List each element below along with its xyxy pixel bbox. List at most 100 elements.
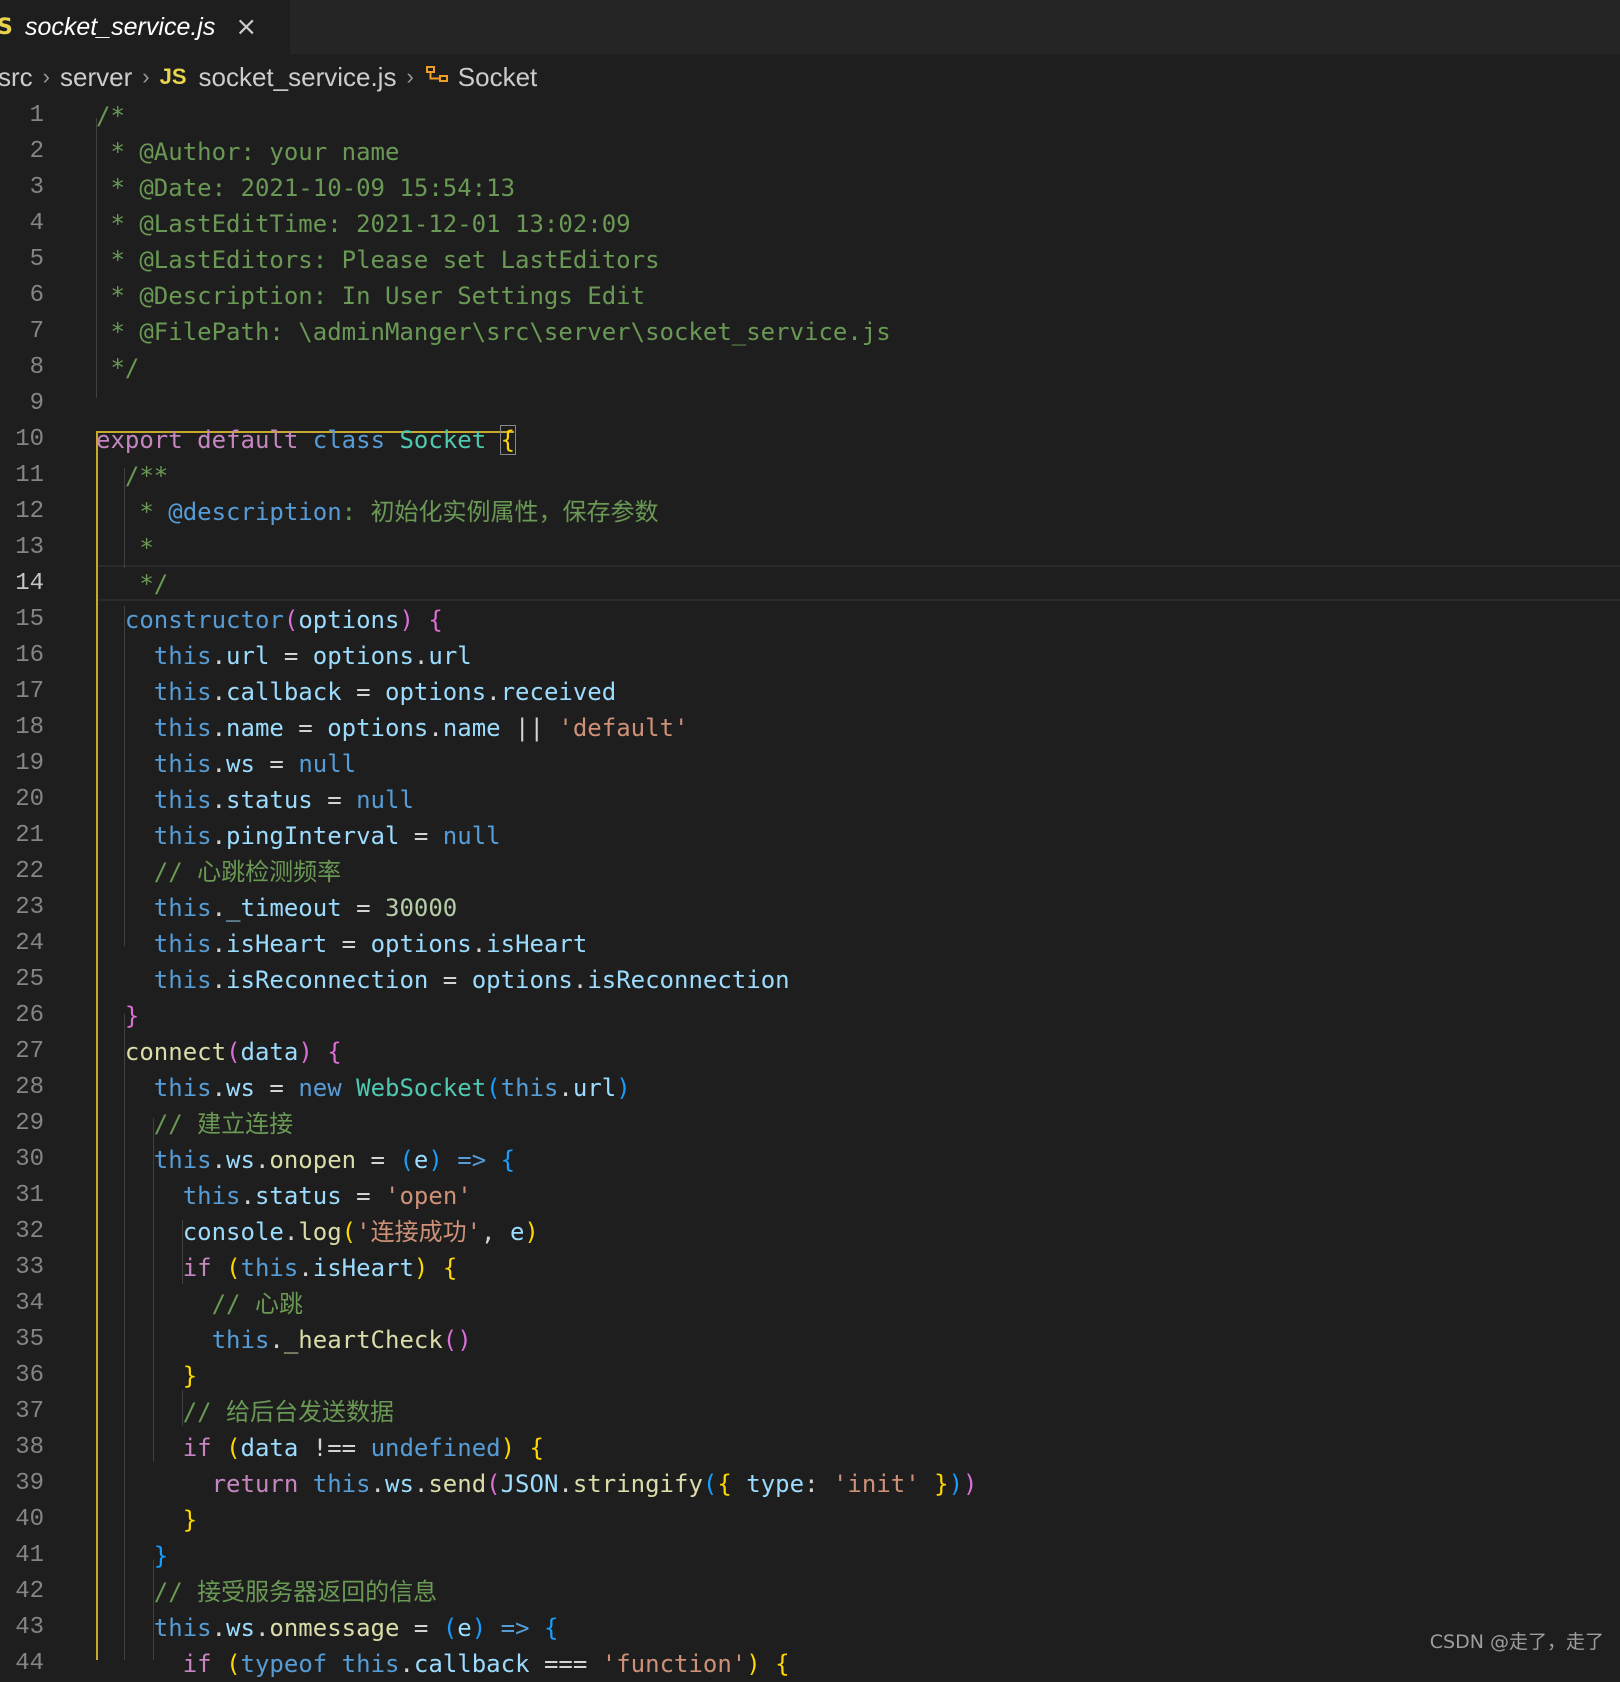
code-token: callback (413, 1650, 530, 1678)
code-token: typeof (240, 1650, 328, 1678)
code-line[interactable]: 20 this.status = null (0, 782, 1620, 818)
code-text: * @Date: 2021-10-09 15:54:13 (96, 170, 515, 206)
close-icon[interactable]: × (235, 12, 257, 42)
code-line[interactable]: 3 * @Date: 2021-10-09 15:54:13 (0, 170, 1620, 206)
code-token: 'open' (385, 1182, 472, 1210)
code-token: . (254, 1614, 270, 1642)
code-token: . (413, 642, 429, 670)
line-number: 7 (29, 318, 44, 345)
code-token: isHeart (486, 930, 588, 958)
code-line[interactable]: 30 this.ws.onopen = (e) => { (0, 1142, 1620, 1178)
code-token: . (240, 1182, 255, 1210)
code-token: = (269, 642, 313, 670)
code-line[interactable]: 18 this.name = options.name || 'default' (0, 710, 1620, 746)
code-token: ( (399, 1146, 414, 1174)
code-line[interactable]: 41 } (0, 1538, 1620, 1574)
code-token: */ (96, 354, 140, 382)
code-line[interactable]: 10 export default class Socket { (0, 422, 1620, 458)
code-token: . (211, 1146, 227, 1174)
code-token: () (442, 1326, 472, 1354)
code-line[interactable]: 44 if (typeof this.callback === 'functio… (0, 1646, 1620, 1682)
code-token: _timeout (226, 894, 342, 922)
code-editor[interactable]: 1/* 2 * @Author: your name 3 * @Date: 2021… (0, 98, 1620, 1678)
code-token: { (543, 1614, 559, 1642)
code-token: * @Description: In User Settings Edit (96, 282, 646, 310)
code-line[interactable]: 27 connect(data) { (0, 1034, 1620, 1070)
code-line[interactable]: 38 if (data !== undefined) { (0, 1430, 1620, 1466)
code-line[interactable]: 8 */ (0, 350, 1620, 386)
code-line[interactable]: 43 this.ws.onmessage = (e) => { (0, 1610, 1620, 1646)
code-line[interactable]: 36 } (0, 1358, 1620, 1394)
code-line[interactable]: 13 * (0, 530, 1620, 566)
code-line[interactable]: 4 * @LastEditTime: 2021-12-01 13:02:09 (0, 206, 1620, 242)
code-line[interactable]: 26 } (0, 998, 1620, 1034)
code-text: */ (96, 350, 139, 386)
code-token: e (509, 1218, 525, 1246)
breadcrumb-item-server[interactable]: server (60, 62, 132, 93)
code-line[interactable]: 42 // 接受服务器返回的信息 (0, 1574, 1620, 1610)
breadcrumb-item-socket[interactable]: Socket (458, 62, 538, 93)
code-token: null (298, 750, 357, 778)
code-line[interactable]: 9 (0, 386, 1620, 422)
code-token: 'function' (601, 1650, 747, 1678)
code-token: 30000 (385, 894, 458, 922)
code-line[interactable]: 7 * @FilePath: \adminManger\src\server\s… (0, 314, 1620, 350)
code-token: ) (471, 1614, 487, 1642)
code-line[interactable]: 29 // 建立连接 (0, 1106, 1620, 1142)
code-line[interactable]: 12 * @description: 初始化实例属性，保存参数 (0, 494, 1620, 530)
code-line[interactable]: 35 this._heartCheck() (0, 1322, 1620, 1358)
code-line[interactable]: 1 /* (0, 98, 1620, 134)
code-line[interactable]: 14 */ (0, 566, 1620, 602)
code-text: // 接受服务器返回的信息 (96, 1574, 437, 1610)
code-token: ( (486, 1074, 501, 1102)
code-token: this (500, 1074, 559, 1102)
code-line[interactable]: 37 // 给后台发送数据 (0, 1394, 1620, 1430)
code-line[interactable]: 25 this.isReconnection = options.isRecon… (0, 962, 1620, 998)
code-token: ( (283, 606, 299, 634)
code-line[interactable]: 32 console.log('连接成功', e) (0, 1214, 1620, 1250)
code-line[interactable]: 22 // 心跳检测频率 (0, 854, 1620, 890)
tab-title: socket_service.js (25, 12, 216, 41)
code-token: } (182, 1362, 198, 1390)
breadcrumb-item-file[interactable]: socket_service.js (199, 62, 397, 93)
code-token: ) (948, 1470, 964, 1498)
code-line[interactable]: 39 return this.ws.send(JSON.stringify({ … (0, 1466, 1620, 1502)
code-line[interactable]: 19 this.ws = null (0, 746, 1620, 782)
code-token: ( (702, 1470, 718, 1498)
code-line[interactable]: 15 constructor(options) { (0, 602, 1620, 638)
code-line[interactable]: 6 * @Description: In User Settings Edit (0, 278, 1620, 314)
code-line[interactable]: 28 this.ws = new WebSocket(this.url) (0, 1070, 1620, 1106)
code-line[interactable]: 31 this.status = 'open' (0, 1178, 1620, 1214)
code-line[interactable]: 23 this._timeout = 30000 (0, 890, 1620, 926)
breadcrumb-item-src[interactable]: src (0, 62, 33, 93)
code-line[interactable]: 21 this.pingInterval = null (0, 818, 1620, 854)
tab-socket-service[interactable]: S socket_service.js × (0, 0, 290, 54)
code-token: . (211, 1074, 227, 1102)
code-line[interactable]: 11 /** (0, 458, 1620, 494)
code-text: if (typeof this.callback === 'function')… (96, 1646, 790, 1682)
code-token: default (197, 426, 299, 454)
code-line[interactable]: 5 * @LastEditors: Please set LastEditors (0, 242, 1620, 278)
code-line[interactable]: 16 this.url = options.url (0, 638, 1620, 674)
code-token: this (211, 1326, 270, 1354)
code-line[interactable]: 2 * @Author: your name (0, 134, 1620, 170)
code-token: . (298, 1254, 313, 1282)
code-token: this (182, 1182, 241, 1210)
line-number: 21 (15, 822, 44, 849)
code-token: . (370, 1470, 385, 1498)
code-line[interactable]: 17 this.callback = options.received (0, 674, 1620, 710)
code-text: * @Description: In User Settings Edit (96, 278, 645, 314)
code-line[interactable]: 34 // 心跳 (0, 1286, 1620, 1322)
code-line[interactable]: 33 if (this.isHeart) { (0, 1250, 1620, 1286)
code-token: . (471, 930, 487, 958)
code-line[interactable]: 24 this.isHeart = options.isHeart (0, 926, 1620, 962)
code-line[interactable]: 40 } (0, 1502, 1620, 1538)
